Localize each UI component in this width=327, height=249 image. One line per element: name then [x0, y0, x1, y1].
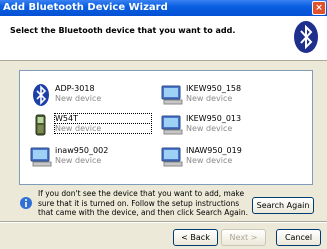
device-item[interactable]: inaw950_002 New device: [29, 145, 149, 169]
info-text: If you don't see the device that you wan…: [38, 189, 248, 217]
device-status: New device: [186, 124, 233, 133]
search-again-label: Search Again: [256, 201, 310, 210]
device-item[interactable]: W54T New device: [29, 113, 152, 137]
computer-icon: [161, 147, 183, 167]
window-title: Add Bluetooth Device Wizard: [3, 2, 168, 13]
device-name: IKEW950_013: [186, 114, 242, 123]
device-status: New device: [186, 94, 233, 103]
bluetooth-logo-icon: [294, 21, 318, 53]
device-name: INAW950_019: [186, 146, 242, 155]
device-name: inaw950_002: [55, 146, 109, 155]
footer-divider: [0, 221, 327, 223]
search-again-button[interactable]: Search Again: [252, 197, 314, 214]
device-item[interactable]: IKEW950_013 New device: [160, 113, 300, 137]
next-label: Next >: [229, 233, 258, 242]
device-status: New device: [54, 123, 152, 134]
device-status: New device: [55, 156, 102, 165]
back-button[interactable]: < Back: [173, 229, 218, 246]
instruction-text: Select the Bluetooth device that you wan…: [10, 26, 236, 35]
phone-icon: [35, 114, 46, 136]
device-name: ADP-3018: [55, 84, 95, 93]
device-list[interactable]: ADP-3018 New device IKEW950_158 New devi…: [19, 70, 313, 185]
computer-icon: [161, 115, 183, 135]
device-item[interactable]: IKEW950_158 New device: [160, 83, 300, 107]
computer-icon: [161, 85, 183, 105]
device-name: IKEW950_158: [186, 84, 242, 93]
next-button[interactable]: Next >: [221, 229, 266, 246]
device-status: New device: [186, 156, 233, 165]
device-item[interactable]: ADP-3018 New device: [29, 83, 149, 107]
cancel-label: Cancel: [284, 233, 313, 242]
back-label: < Back: [181, 233, 210, 242]
bluetooth-icon: [33, 84, 49, 106]
info-icon: [20, 197, 32, 209]
title-bar: Add Bluetooth Device Wizard ×: [0, 0, 327, 16]
device-name: W54T: [54, 113, 152, 124]
wizard-header: Select the Bluetooth device that you wan…: [0, 16, 327, 61]
close-button[interactable]: ×: [312, 1, 326, 15]
cancel-button[interactable]: Cancel: [276, 229, 321, 246]
computer-icon: [30, 147, 52, 167]
device-status: New device: [55, 94, 102, 103]
device-item[interactable]: INAW950_019 New device: [160, 145, 300, 169]
